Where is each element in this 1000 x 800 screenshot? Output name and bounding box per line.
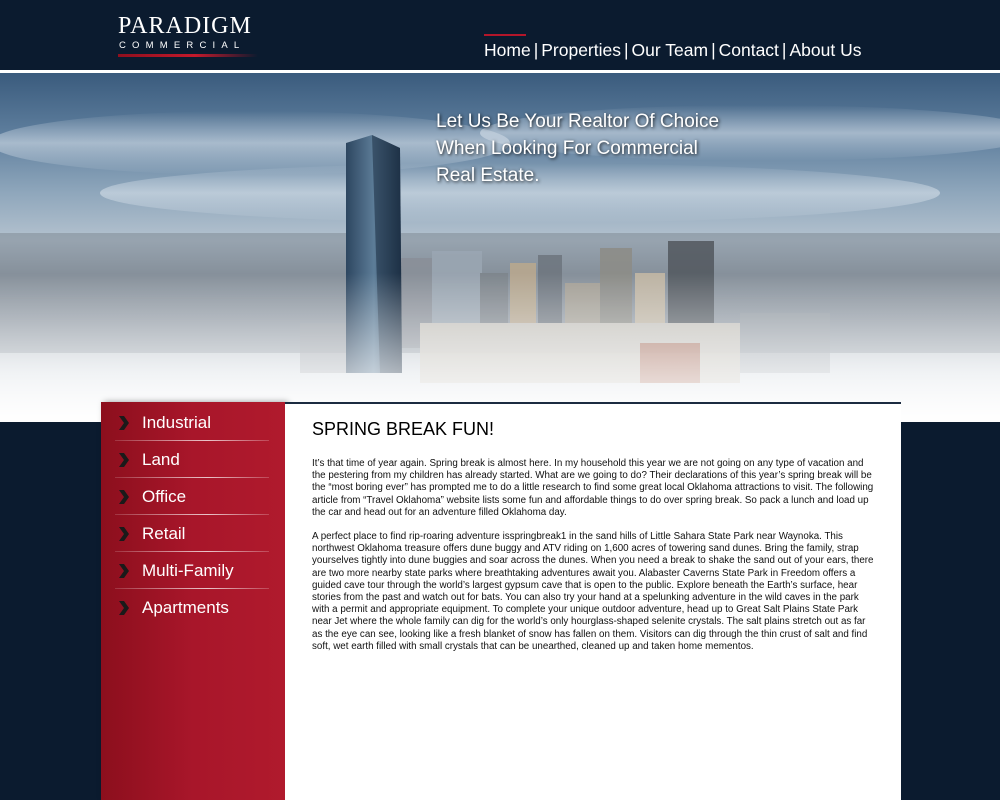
hero-tagline-line: When Looking For Commercial xyxy=(436,138,698,159)
chevron-right-icon xyxy=(119,490,129,504)
chevron-right-icon xyxy=(119,601,129,615)
sidebar-item-retail[interactable]: Retail xyxy=(101,515,285,552)
nav-separator: | xyxy=(781,40,787,60)
sidebar-item-industrial[interactable]: Industrial xyxy=(101,404,285,441)
nav-our-team[interactable]: Our Team xyxy=(632,40,709,60)
logo-underline xyxy=(118,54,258,57)
nav-properties[interactable]: Properties xyxy=(541,40,621,60)
site-header: PARADIGM COMMERCIAL Home | Properties | Our … xyxy=(0,0,1000,70)
nav-separator: | xyxy=(711,40,716,60)
sidebar-item-label: Retail xyxy=(142,524,186,543)
chevron-right-icon xyxy=(119,527,129,541)
article-paragraph: A perfect place to find rip-roaring adve… xyxy=(312,531,874,652)
article-title: SPRING BREAK FUN! xyxy=(312,419,495,439)
sidebar-item-land[interactable]: Land xyxy=(101,441,285,478)
nav-home[interactable]: Home xyxy=(484,40,531,60)
hero-tagline-line: Let Us Be Your Realtor Of Choice xyxy=(436,111,720,132)
logo[interactable]: PARADIGM COMMERCIAL xyxy=(118,14,258,57)
logo-subtitle: COMMERCIAL xyxy=(119,40,246,51)
logo-wordmark: PARADIGM xyxy=(118,13,252,39)
sidebar-item-label: Industrial xyxy=(142,413,211,432)
nav-about-us[interactable]: About Us xyxy=(789,40,861,60)
sidebar-item-label: Multi-Family xyxy=(142,561,234,580)
article-panel: SPRING BREAK FUN! It’s that time of year… xyxy=(285,402,901,800)
sidebar-item-label: Apartments xyxy=(142,598,229,617)
article-paragraph: It’s that time of year again. Spring bre… xyxy=(312,458,874,518)
hero-banner: Let Us Be Your Realtor Of Choice When Lo… xyxy=(0,73,1000,422)
main-nav: Home | Properties | Our Team | Contact | About U… xyxy=(484,40,861,61)
article-body: It’s that time of year again. Spring bre… xyxy=(312,458,877,665)
sidebar-item-multi-family[interactable]: Multi-Family xyxy=(101,552,285,589)
nav-separator: | xyxy=(533,40,539,60)
sidebar-item-label: Office xyxy=(142,487,187,506)
chevron-right-icon xyxy=(119,564,129,578)
nav-active-indicator xyxy=(484,34,526,36)
sidebar-item-apartments[interactable]: Apartments xyxy=(101,589,285,626)
nav-separator: | xyxy=(624,40,629,60)
chevron-right-icon xyxy=(119,453,129,467)
hero-tagline: Let Us Be Your Realtor Of Choice When Lo… xyxy=(436,108,836,189)
nav-contact[interactable]: Contact xyxy=(719,40,779,60)
sidebar-item-label: Land xyxy=(142,450,180,469)
chevron-right-icon xyxy=(119,416,129,430)
category-sidebar: Industrial Land Office Retail Multi-Fami… xyxy=(101,402,285,800)
hero-tagline-line: Real Estate. xyxy=(436,165,540,186)
sidebar-item-office[interactable]: Office xyxy=(101,478,285,515)
